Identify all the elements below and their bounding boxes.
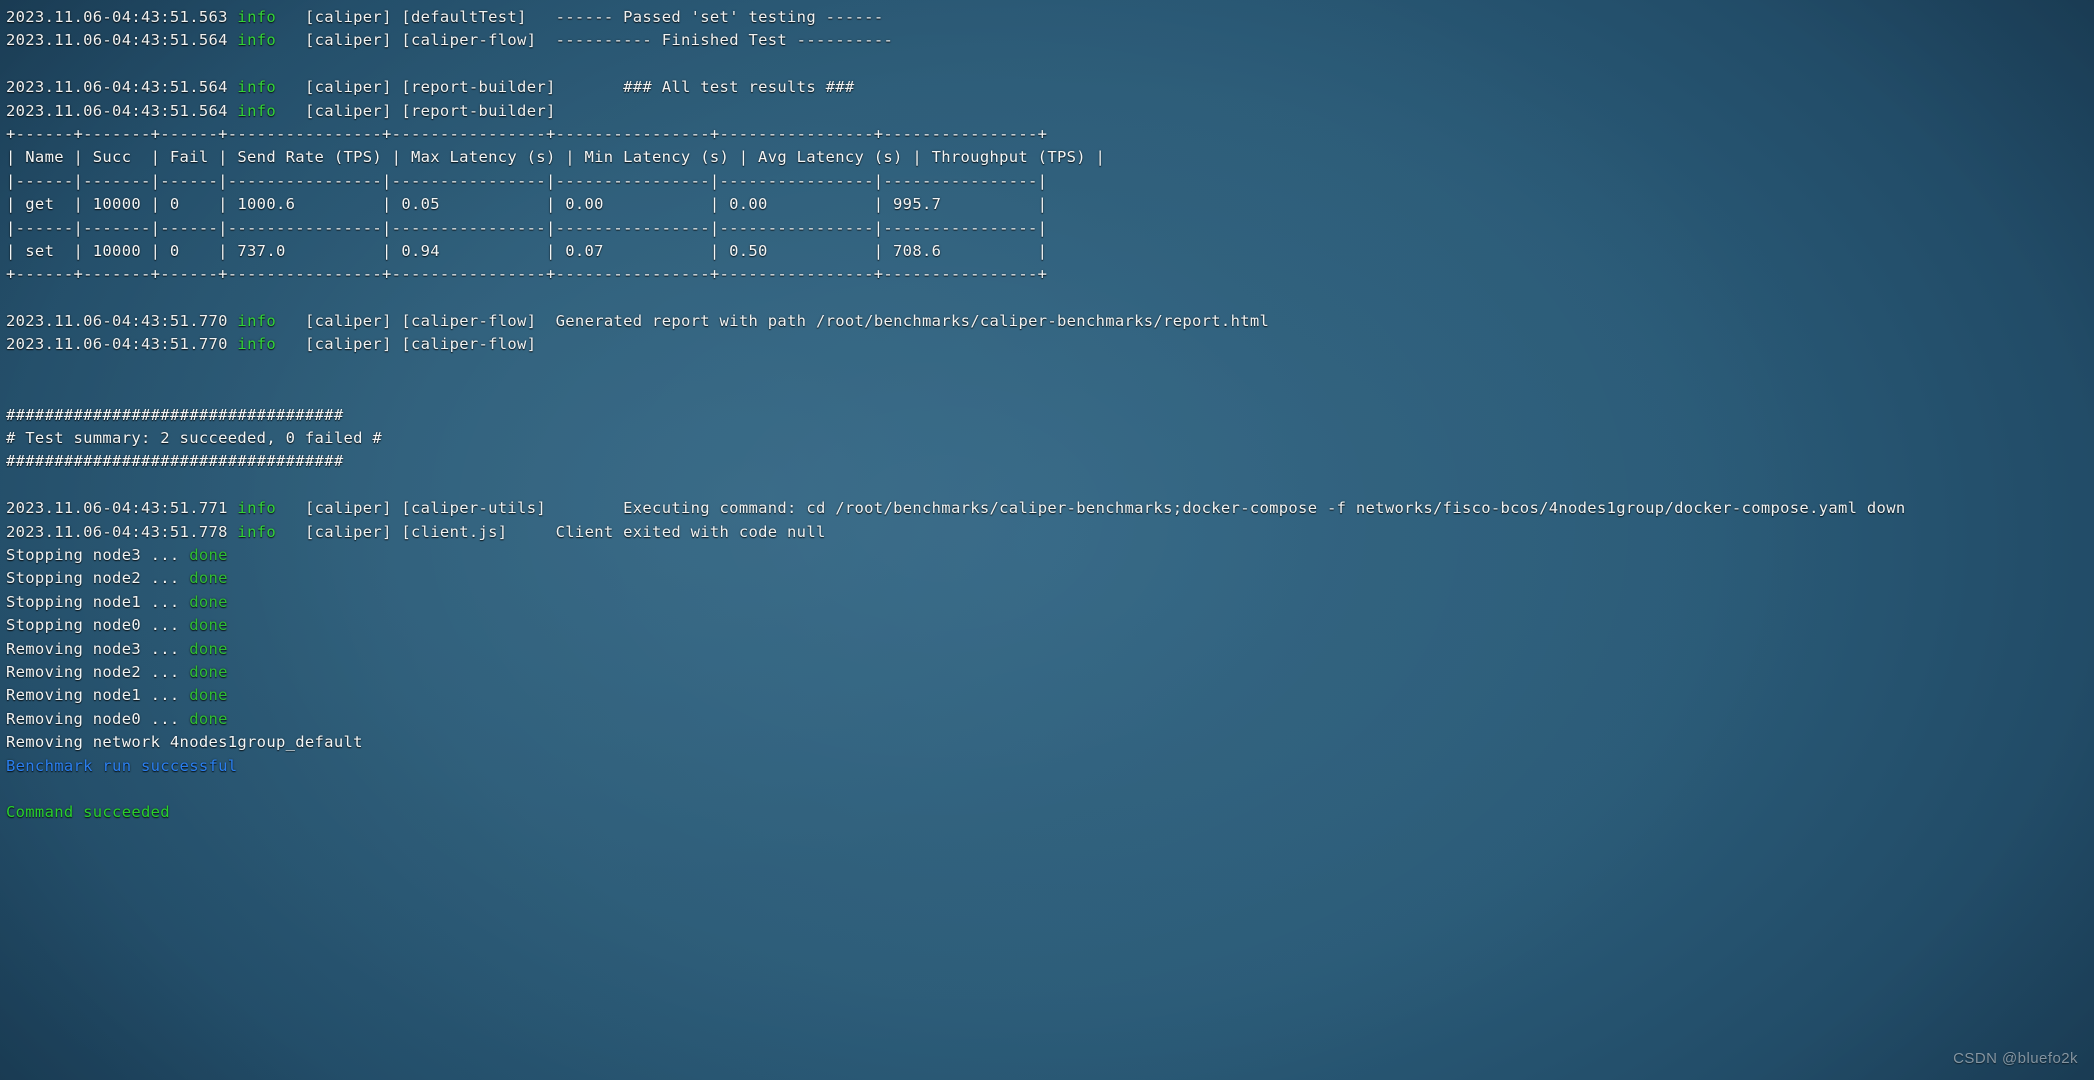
status-prefix: Removing node3 ... (6, 640, 189, 658)
results-table-line: +------+-------+------+----------------+… (6, 123, 2094, 146)
terminal-status-line: Removing node0 ... done (6, 708, 2094, 731)
terminal-log-line: 2023.11.06-04:43:51.778 info [caliper] [… (6, 521, 2094, 544)
status-value: done (189, 616, 228, 634)
terminal-text-line: Removing network 4nodes1group_default (6, 731, 2094, 754)
log-tags: [caliper] [caliper-flow] (305, 31, 536, 49)
terminal-blank-line (6, 380, 2094, 403)
status-value: done (189, 593, 228, 611)
log-tags: [caliper] [client.js] (305, 523, 507, 541)
log-level: info (237, 523, 276, 541)
log-message: ------ Passed 'set' testing ------ (556, 8, 884, 26)
terminal-status-line: Removing node2 ... done (6, 661, 2094, 684)
terminal-blank-line (6, 357, 2094, 380)
status-prefix: Removing node0 ... (6, 710, 189, 728)
status-value: done (189, 640, 228, 658)
status-prefix: Removing node2 ... (6, 663, 189, 681)
terminal-status-line: Removing node3 ... done (6, 638, 2094, 661)
terminal-status-line: Stopping node2 ... done (6, 567, 2094, 590)
status-value: done (189, 663, 228, 681)
log-message: Client exited with code null (556, 523, 826, 541)
log-level: info (237, 8, 276, 26)
status-value: done (189, 686, 228, 704)
terminal-text-line: ################################### (6, 404, 2094, 427)
log-level: info (237, 499, 276, 517)
status-prefix: Stopping node0 ... (6, 616, 189, 634)
terminal-log-line: 2023.11.06-04:43:51.564 info [caliper] [… (6, 29, 2094, 52)
status-value: done (189, 546, 228, 564)
terminal-blank-line (6, 474, 2094, 497)
terminal-text-line: ################################### (6, 450, 2094, 473)
log-tags: [caliper] [caliper-utils] (305, 499, 546, 517)
terminal-log-line: 2023.11.06-04:43:51.564 info [caliper] [… (6, 76, 2094, 99)
log-tags: [caliper] [report-builder] (305, 78, 556, 96)
log-message: Generated report with path /root/benchma… (556, 312, 1270, 330)
terminal-log-line: 2023.11.06-04:43:51.771 info [caliper] [… (6, 497, 2094, 520)
status-value: done (189, 710, 228, 728)
terminal-blank-line (6, 287, 2094, 310)
log-message: Executing command: cd /root/benchmarks/c… (623, 499, 1905, 517)
terminal-log-line: 2023.11.06-04:43:51.770 info [caliper] [… (6, 333, 2094, 356)
results-table-line: | set | 10000 | 0 | 737.0 | 0.94 | 0.07 … (6, 240, 2094, 263)
log-message: ---------- Finished Test ---------- (556, 31, 893, 49)
log-level: info (237, 312, 276, 330)
log-timestamp: 2023.11.06-04:43:51.564 (6, 102, 228, 120)
terminal-log-line: 2023.11.06-04:43:51.564 info [caliper] [… (6, 100, 2094, 123)
terminal-status-line: Stopping node3 ... done (6, 544, 2094, 567)
status-prefix: Stopping node2 ... (6, 569, 189, 587)
results-table-line: |------|-------|------|----------------|… (6, 217, 2094, 240)
terminal-window[interactable]: 2023.11.06-04:43:51.563 info [caliper] [… (0, 0, 2094, 1080)
benchmark-success-line: Benchmark run successful (6, 755, 2094, 778)
status-prefix: Removing node1 ... (6, 686, 189, 704)
log-timestamp: 2023.11.06-04:43:51.564 (6, 31, 228, 49)
terminal-text-line: # Test summary: 2 succeeded, 0 failed # (6, 427, 2094, 450)
log-tags: [caliper] [caliper-flow] (305, 312, 536, 330)
terminal-status-line: Stopping node0 ... done (6, 614, 2094, 637)
terminal-log-line: 2023.11.06-04:43:51.563 info [caliper] [… (6, 6, 2094, 29)
terminal-output[interactable]: 2023.11.06-04:43:51.563 info [caliper] [… (0, 0, 2094, 825)
log-timestamp: 2023.11.06-04:43:51.770 (6, 335, 228, 353)
terminal-status-line: Removing node1 ... done (6, 684, 2094, 707)
log-tags: [caliper] [caliper-flow] (305, 335, 536, 353)
status-prefix: Stopping node1 ... (6, 593, 189, 611)
log-message: ### All test results ### (623, 78, 854, 96)
log-timestamp: 2023.11.06-04:43:51.771 (6, 499, 228, 517)
status-prefix: Stopping node3 ... (6, 546, 189, 564)
log-timestamp: 2023.11.06-04:43:51.563 (6, 8, 228, 26)
terminal-blank-line (6, 778, 2094, 801)
log-timestamp: 2023.11.06-04:43:51.770 (6, 312, 228, 330)
log-timestamp: 2023.11.06-04:43:51.778 (6, 523, 228, 541)
status-value: done (189, 569, 228, 587)
log-level: info (237, 335, 276, 353)
log-level: info (237, 31, 276, 49)
terminal-blank-line (6, 53, 2094, 76)
results-table-line: +------+-------+------+----------------+… (6, 263, 2094, 286)
log-tags: [caliper] [defaultTest] (305, 8, 527, 26)
log-tags: [caliper] [report-builder] (305, 102, 556, 120)
terminal-log-line: 2023.11.06-04:43:51.770 info [caliper] [… (6, 310, 2094, 333)
watermark-label: CSDN @bluefo2k (1953, 1047, 2078, 1070)
results-table-line: | get | 10000 | 0 | 1000.6 | 0.05 | 0.00… (6, 193, 2094, 216)
log-level: info (237, 78, 276, 96)
log-timestamp: 2023.11.06-04:43:51.564 (6, 78, 228, 96)
terminal-status-line: Stopping node1 ... done (6, 591, 2094, 614)
results-table-line: | Name | Succ | Fail | Send Rate (TPS) |… (6, 146, 2094, 169)
command-succeeded-line: Command succeeded (6, 801, 2094, 824)
results-table-line: |------|-------|------|----------------|… (6, 170, 2094, 193)
log-level: info (237, 102, 276, 120)
